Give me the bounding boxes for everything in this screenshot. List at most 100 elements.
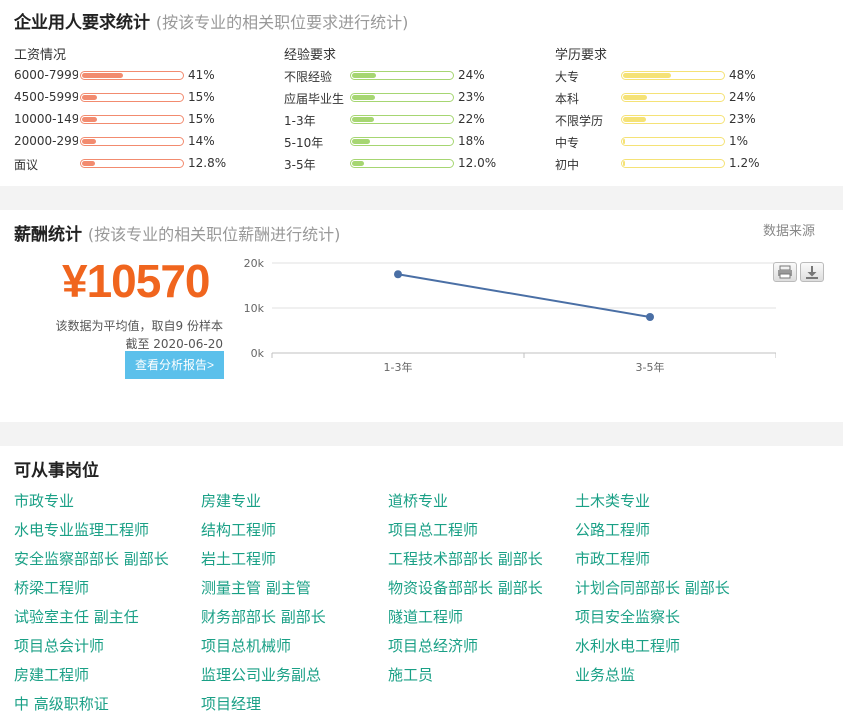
print-icon bbox=[778, 265, 792, 279]
stat-row: 1-3年 22% bbox=[284, 110, 544, 132]
stat-label: 中专 bbox=[555, 136, 580, 150]
stat-bar-fill bbox=[352, 95, 375, 100]
stat-bar-fill bbox=[623, 117, 646, 122]
x-tick-label: 3-5年 bbox=[636, 360, 665, 374]
stat-percent: 15% bbox=[188, 112, 215, 126]
experience-column: 经验要求 不限经验 24% 应届毕业生 23% 1-3年 22% 5-10年 18% 3-5年 1… bbox=[284, 44, 544, 176]
stat-bar-fill bbox=[82, 161, 95, 166]
job-link[interactable]: 结构工程师 bbox=[201, 519, 388, 540]
stat-percent: 1% bbox=[729, 134, 749, 148]
stat-row: 10000-14999 15% bbox=[14, 110, 274, 132]
stat-bar-fill bbox=[623, 73, 671, 78]
job-link[interactable]: 桥梁工程师 bbox=[14, 577, 201, 598]
stat-row: 面议 12.8% bbox=[14, 154, 274, 176]
salary-title: 薪酬统计 (按该专业的相关职位薪酬进行统计) bbox=[14, 220, 340, 245]
download-button[interactable] bbox=[800, 262, 824, 282]
x-tick-label: 1-3年 bbox=[384, 360, 413, 374]
stat-label: 6000-7999 bbox=[14, 68, 78, 82]
stat-label: 4500-5999 bbox=[14, 90, 78, 104]
job-link[interactable]: 财务部部长 副部长 bbox=[201, 606, 388, 627]
stat-row: 不限学历 23% bbox=[555, 110, 815, 132]
requirements-title: 企业用人要求统计 (按该专业的相关职位要求进行统计) bbox=[14, 8, 408, 33]
stat-bar bbox=[350, 115, 454, 124]
download-icon bbox=[806, 266, 818, 279]
y-tick-label: 10k bbox=[244, 302, 265, 315]
column-heading: 经验要求 bbox=[284, 48, 337, 63]
job-row: 市政专业 房建专业 道桥专业 土木类专业 bbox=[14, 490, 843, 519]
job-link[interactable]: 施工员 bbox=[388, 664, 575, 685]
stat-label: 大专 bbox=[555, 70, 580, 84]
job-link[interactable]: 试验室主任 副主任 bbox=[14, 606, 201, 627]
stat-label: 初中 bbox=[555, 158, 580, 172]
stat-label: 应届毕业生 bbox=[284, 92, 345, 106]
stat-bar bbox=[621, 137, 725, 146]
job-link[interactable]: 市政工程师 bbox=[575, 548, 762, 569]
job-link[interactable]: 房建工程师 bbox=[14, 664, 201, 685]
job-link[interactable]: 道桥专业 bbox=[388, 490, 575, 511]
stat-row: 初中 1.2% bbox=[555, 154, 815, 176]
stat-bar bbox=[80, 115, 184, 124]
requirements-title-text: 企业用人要求统计 bbox=[14, 13, 150, 33]
stat-bar-fill bbox=[82, 95, 97, 100]
job-link[interactable]: 水利水电工程师 bbox=[575, 635, 762, 656]
stat-percent: 41% bbox=[188, 68, 215, 82]
stat-row: 本科 24% bbox=[555, 88, 815, 110]
job-link[interactable]: 项目安全监察长 bbox=[575, 606, 762, 627]
y-tick-label: 20k bbox=[244, 257, 265, 270]
job-link[interactable]: 项目经理 bbox=[201, 693, 388, 714]
job-link[interactable]: 项目总经济师 bbox=[388, 635, 575, 656]
job-list: 市政专业 房建专业 道桥专业 土木类专业 水电专业监理工程师 结构工程师 项目总工程师 公路工… bbox=[14, 490, 843, 722]
job-link[interactable]: 项目总会计师 bbox=[14, 635, 201, 656]
job-link[interactable]: 测量主管 副主管 bbox=[201, 577, 388, 598]
job-row: 房建工程师 监理公司业务副总 施工员 业务总监 bbox=[14, 664, 843, 693]
stat-row: 不限经验 24% bbox=[284, 66, 544, 88]
stat-percent: 12.8% bbox=[188, 156, 227, 170]
job-link[interactable]: 物资设备部部长 副部长 bbox=[388, 577, 575, 598]
stat-row: 4500-5999 15% bbox=[14, 88, 274, 110]
stat-percent: 1.2% bbox=[729, 156, 760, 170]
stat-bar-fill bbox=[82, 73, 123, 78]
job-link[interactable]: 中 高级职称证 bbox=[14, 693, 201, 714]
stat-label: 10000-14999 bbox=[14, 112, 78, 126]
stat-percent: 15% bbox=[188, 90, 215, 104]
stat-bar-fill bbox=[82, 117, 97, 122]
stat-label: 不限经验 bbox=[284, 70, 333, 84]
stat-row: 大专 48% bbox=[555, 66, 815, 88]
job-link[interactable]: 工程技术部部长 副部长 bbox=[388, 548, 575, 569]
data-source-link[interactable]: 数据来源 bbox=[763, 220, 815, 239]
job-link[interactable]: 项目总机械师 bbox=[201, 635, 388, 656]
job-link[interactable]: 计划合同部部长 副部长 bbox=[575, 577, 762, 598]
stat-label: 3-5年 bbox=[284, 158, 316, 172]
data-point bbox=[646, 313, 654, 321]
stat-label: 5-10年 bbox=[284, 136, 324, 150]
job-link[interactable]: 水电专业监理工程师 bbox=[14, 519, 201, 540]
stat-bar bbox=[80, 71, 184, 80]
stat-bar bbox=[621, 159, 725, 168]
job-link[interactable]: 土木类专业 bbox=[575, 490, 762, 511]
job-link[interactable]: 岩土工程师 bbox=[201, 548, 388, 569]
stat-label: 不限学历 bbox=[555, 114, 604, 128]
job-link[interactable]: 房建专业 bbox=[201, 490, 388, 511]
view-report-button[interactable]: 查看分析报告> bbox=[125, 351, 224, 379]
job-row: 桥梁工程师 测量主管 副主管 物资设备部部长 副部长 计划合同部部长 副部长 bbox=[14, 577, 843, 606]
job-link[interactable]: 安全监察部部长 副部长 bbox=[14, 548, 201, 569]
jobs-section: 可从事岗位 市政专业 房建专业 道桥专业 土木类专业 水电专业监理工程师 结构工程师 项目总… bbox=[0, 446, 843, 723]
print-button[interactable] bbox=[773, 262, 797, 282]
stat-bar bbox=[80, 137, 184, 146]
column-heading: 学历要求 bbox=[555, 48, 608, 63]
stat-row: 应届毕业生 23% bbox=[284, 88, 544, 110]
job-row: 试验室主任 副主任 财务部部长 副部长 隧道工程师 项目安全监察长 bbox=[14, 606, 843, 635]
job-link[interactable]: 业务总监 bbox=[575, 664, 762, 685]
stat-percent: 14% bbox=[188, 134, 215, 148]
job-link[interactable]: 隧道工程师 bbox=[388, 606, 575, 627]
y-tick-label: 0k bbox=[251, 347, 265, 360]
education-column: 学历要求 大专 48% 本科 24% 不限学历 23% 中专 1% 初中 1.2% bbox=[555, 44, 815, 176]
job-link[interactable]: 市政专业 bbox=[14, 490, 201, 511]
stat-bar-fill bbox=[623, 139, 625, 144]
job-link[interactable]: 监理公司业务副总 bbox=[201, 664, 388, 685]
stat-bar-fill bbox=[352, 161, 364, 166]
job-link[interactable]: 公路工程师 bbox=[575, 519, 762, 540]
salary-chart: 0k 10k 20k 1-3年 3-5年 bbox=[236, 250, 777, 380]
job-link[interactable]: 项目总工程师 bbox=[388, 519, 575, 540]
stat-row: 6000-7999 41% bbox=[14, 66, 274, 88]
